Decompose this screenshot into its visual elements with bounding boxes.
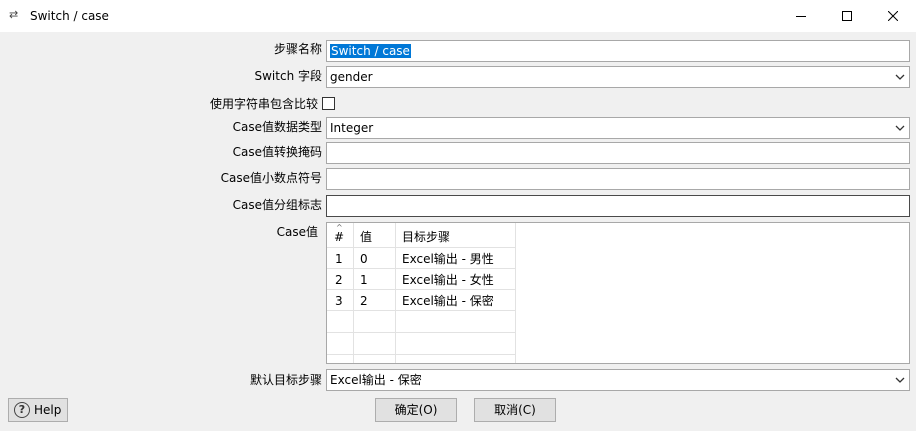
maximize-icon	[842, 11, 852, 21]
switch-field-value: gender	[330, 70, 373, 84]
ok-button[interactable]: 确定(O)	[375, 398, 457, 422]
use-contains-checkbox[interactable]	[322, 97, 335, 110]
case-mask-input[interactable]	[326, 142, 910, 164]
case-type-value: Integer	[330, 121, 374, 135]
case-type-select[interactable]: Integer	[326, 117, 910, 139]
step-name-input[interactable]: Switch / case	[326, 40, 910, 62]
table-row-value[interactable]: 1	[360, 272, 368, 288]
table-row-value[interactable]: 2	[360, 293, 368, 309]
case-type-label: Case值数据类型	[232, 120, 322, 134]
window-title: Switch / case	[30, 9, 109, 23]
step-name-value: Switch / case	[330, 44, 411, 58]
table-row-index[interactable]: 3	[335, 293, 343, 309]
minimize-icon	[796, 16, 806, 17]
chevron-down-icon	[895, 74, 905, 80]
case-values-table[interactable]: ^ # 值 目标步骤 1 0 Excel输出 - 男性 2 1 Excel输出 …	[326, 222, 910, 364]
table-row-index[interactable]: 1	[335, 251, 343, 267]
cancel-button[interactable]: 取消(C)	[474, 398, 556, 422]
minimize-button[interactable]	[778, 0, 824, 32]
table-row-index[interactable]: 2	[335, 272, 343, 288]
use-contains-label: 使用字符串包含比较	[209, 97, 318, 111]
case-mask-label: Case值转换掩码	[232, 145, 322, 159]
default-target-label: 默认目标步骤	[249, 373, 322, 387]
default-target-value: Excel输出 - 保密	[330, 373, 422, 387]
close-icon	[888, 11, 898, 21]
step-name-label: 步骤名称	[273, 42, 322, 56]
table-header-index[interactable]: #	[334, 229, 344, 245]
case-decimal-label: Case值小数点符号	[220, 171, 322, 185]
case-values-label: Case值	[276, 225, 318, 239]
case-group-label: Case值分组标志	[232, 198, 322, 212]
table-row-target[interactable]: Excel输出 - 男性	[402, 251, 494, 267]
help-icon: ?	[14, 402, 30, 418]
case-decimal-input[interactable]	[326, 168, 910, 190]
table-row-target[interactable]: Excel输出 - 保密	[402, 293, 494, 309]
table-row-target[interactable]: Excel输出 - 女性	[402, 272, 494, 288]
help-button[interactable]: ? Help	[8, 398, 68, 422]
help-button-label: Help	[34, 403, 62, 417]
transform-arrows-icon: ⇄	[9, 8, 19, 21]
switch-field-select[interactable]: gender	[326, 66, 910, 88]
title-bar: ⇄ Switch / case	[0, 0, 916, 32]
case-group-input[interactable]	[326, 195, 910, 217]
maximize-button[interactable]	[824, 0, 870, 32]
table-row-value[interactable]: 0	[360, 251, 368, 267]
table-header-target[interactable]: 目标步骤	[402, 229, 450, 245]
table-header-value[interactable]: 值	[360, 229, 372, 245]
chevron-down-icon	[895, 125, 905, 131]
chevron-down-icon	[895, 377, 905, 383]
switch-field-label: Switch 字段	[254, 69, 323, 83]
close-button[interactable]	[870, 0, 916, 32]
default-target-select[interactable]: Excel输出 - 保密	[326, 369, 910, 391]
